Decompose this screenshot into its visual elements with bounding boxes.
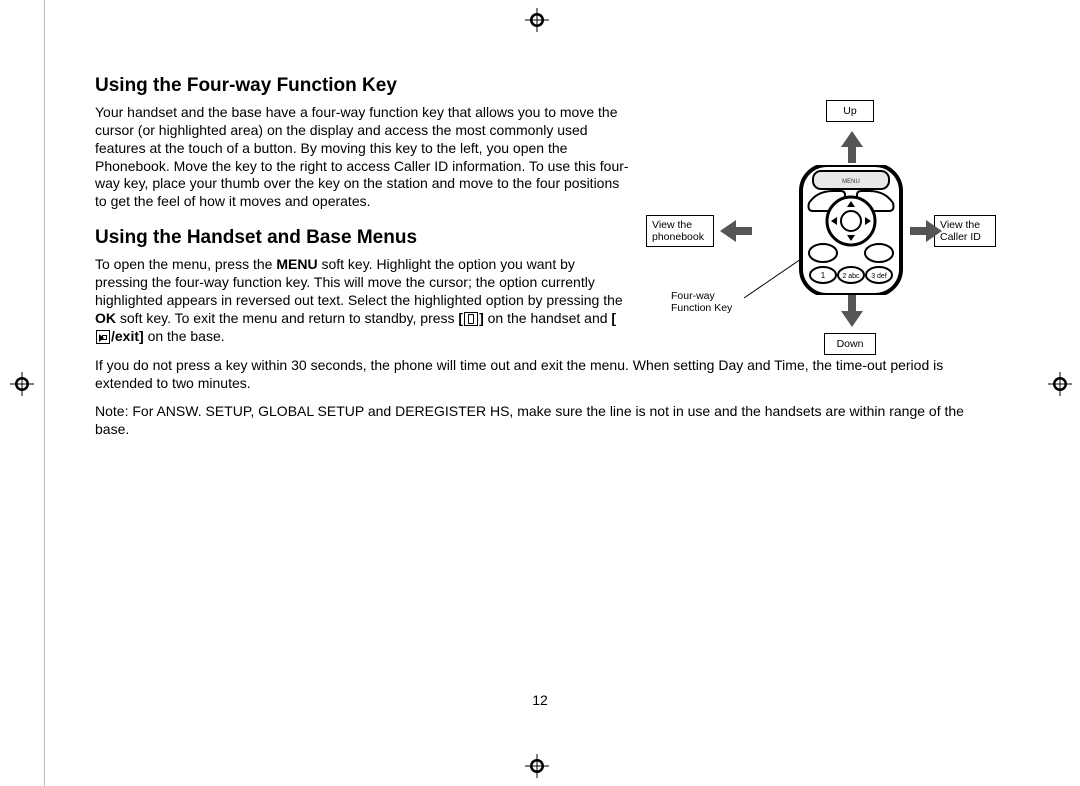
page-content: Using the Four-way Function Key Your han… [95, 75, 1000, 439]
section1-body: Your handset and the base have a four-wa… [95, 104, 630, 211]
four-way-key-figure: Up Down View thephonebook View theCaller… [646, 75, 1000, 355]
svg-text:2 abc: 2 abc [842, 273, 860, 280]
figure-label-left: View thephonebook [646, 215, 714, 247]
menu-key-label: MENU [276, 256, 317, 272]
registration-mark-icon [10, 372, 34, 396]
page-number: 12 [0, 692, 1080, 708]
svg-text:1: 1 [821, 271, 826, 280]
play-stop-icon [96, 330, 110, 344]
section2-body-a: To open the menu, press the MENU soft ke… [95, 256, 630, 346]
registration-mark-icon [525, 754, 549, 778]
figure-label-up: Up [826, 100, 874, 122]
ok-key-label: OK [95, 310, 116, 326]
section1-heading: Using the Four-way Function Key [95, 75, 630, 98]
figure-label-down: Down [824, 333, 876, 355]
figure-label-right: View theCaller ID [934, 215, 996, 247]
exit-key-label: /exit] [111, 328, 144, 344]
left-margin-rule [44, 0, 45, 786]
registration-mark-icon [1048, 372, 1072, 396]
arrow-down-icon [841, 295, 863, 327]
section2-heading: Using the Handset and Base Menus [95, 227, 630, 250]
svg-text:MENU: MENU [842, 179, 860, 185]
registration-mark-icon [525, 8, 549, 32]
section2-timeout: If you do not press a key within 30 seco… [95, 357, 1000, 393]
end-call-icon [464, 312, 478, 326]
handset-illustration: MENU [771, 165, 931, 295]
section2-note: Note: For ANSW. SETUP, GLOBAL SETUP and … [95, 403, 1000, 439]
svg-text:3 def: 3 def [871, 273, 887, 280]
arrow-left-icon [720, 220, 752, 242]
arrow-up-icon [841, 131, 863, 163]
